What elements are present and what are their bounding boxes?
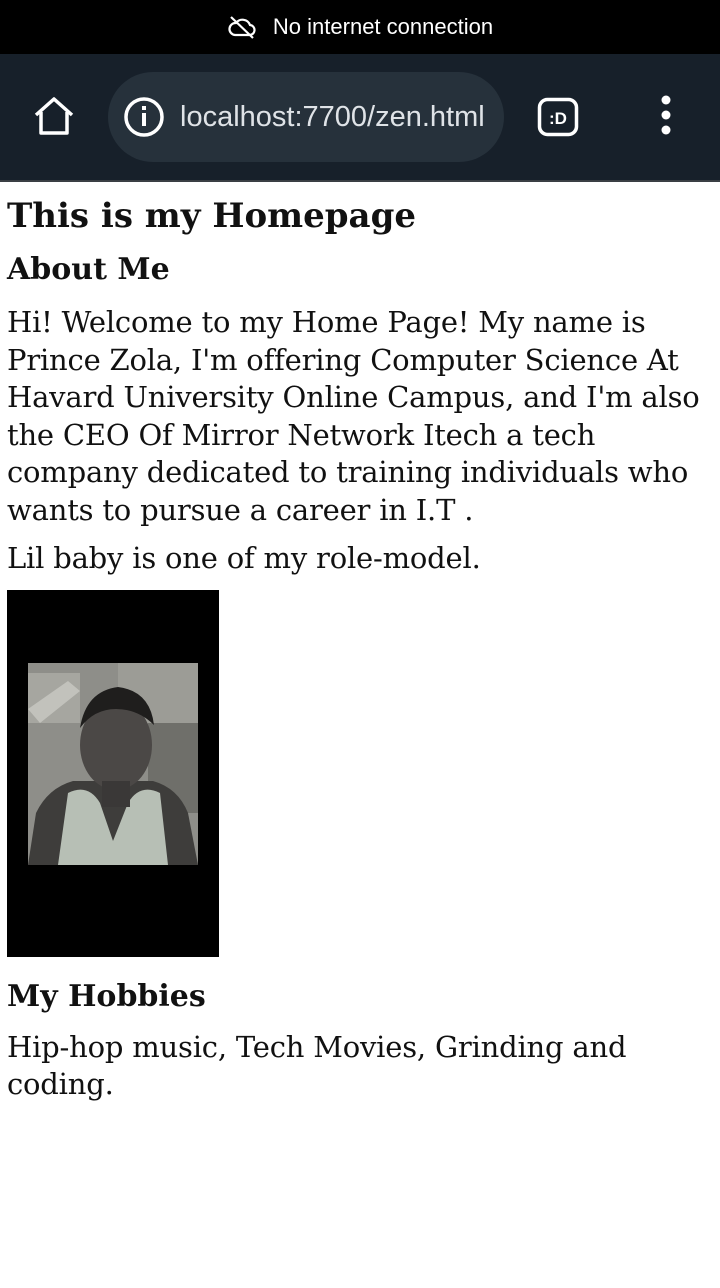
profile-photo-frame <box>7 589 219 957</box>
role-model-text: Lil baby is one of my role-model. <box>7 541 481 575</box>
hobbies-text: Hip-hop music, Tech Movies, Grinding and… <box>7 1029 627 1102</box>
extension-label: :D <box>549 109 567 128</box>
page-title: This is my Homepage <box>7 196 416 236</box>
cloud-off-icon <box>227 15 257 39</box>
address-bar[interactable]: localhost:7700/zen.html <box>108 72 504 162</box>
about-text: Hi! Welcome to my Home Page! My name is … <box>7 305 700 527</box>
browser-toolbar: localhost:7700/zen.html :D <box>0 54 720 182</box>
extension-button[interactable]: :D <box>536 96 580 138</box>
menu-button[interactable] <box>648 94 684 140</box>
about-heading: About Me <box>7 252 170 287</box>
more-vert-icon <box>660 95 672 140</box>
page-content: This is my Homepage About Me Hi! Welcome… <box>0 182 720 1104</box>
hobbies-heading: My Hobbies <box>7 978 206 1014</box>
home-button[interactable] <box>28 92 80 144</box>
status-text: No internet connection <box>272 14 494 39</box>
url-text[interactable]: localhost:7700/zen.html <box>180 101 485 134</box>
status-bar: No internet connection <box>0 0 720 54</box>
home-icon <box>32 94 76 143</box>
profile-photo <box>28 662 198 865</box>
info-icon[interactable] <box>123 96 165 138</box>
